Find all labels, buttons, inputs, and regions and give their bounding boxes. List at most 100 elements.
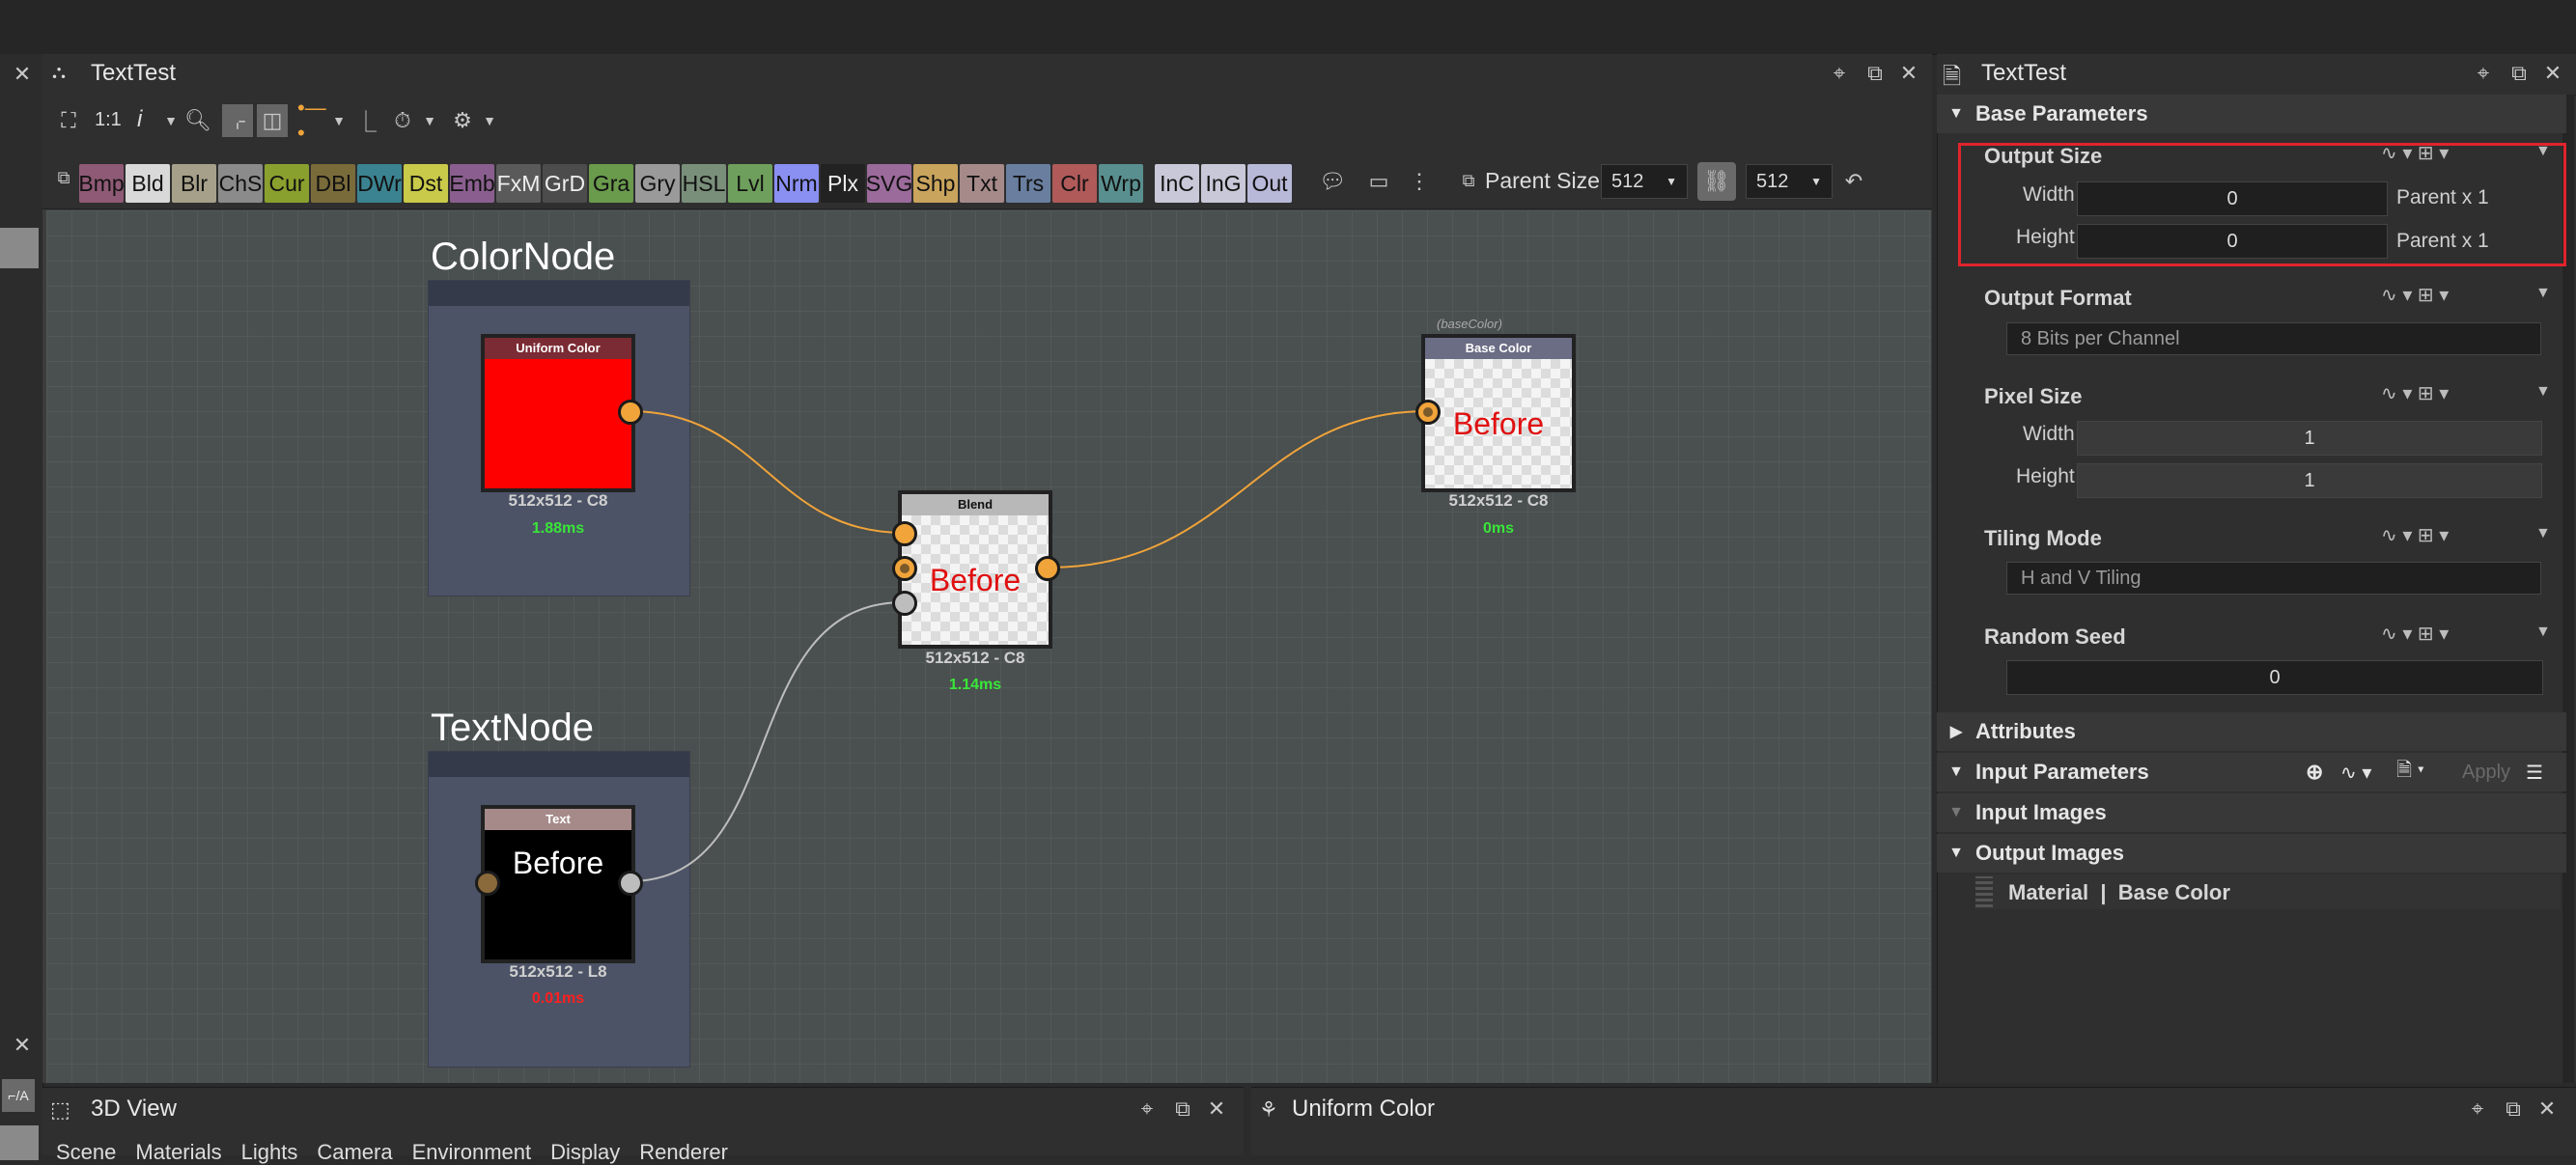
chevron-down-icon[interactable]: ▼ [2535,383,2551,401]
width-label: Width [2023,423,2075,445]
input-port-foreground[interactable] [892,521,917,546]
pin-icon[interactable]: ⌖ [2462,1094,2493,1124]
output-port[interactable] [618,871,643,896]
drag-handle-icon[interactable] [1975,876,1993,907]
float-window-icon[interactable]: ⧉ [2504,58,2534,89]
input-images-section[interactable]: ▼ Input Images [1937,793,2566,832]
document-icon[interactable]: 🗎︎ ▾ [2396,756,2424,789]
height-label: Height [2016,465,2075,487]
2d-view-panel: ⚘ Uniform Color ⌖ ⧉ ✕ [1251,1087,2576,1155]
node-caption: 512x512 - C8 [925,649,1025,667]
pin-icon[interactable]: ⌖ [1132,1094,1162,1124]
wire-blend-to-output [1047,410,1428,569]
node-preview: Before [1425,359,1572,488]
input-port-opacity[interactable] [892,591,917,616]
node-caption: 512x512 - C8 [1448,491,1549,510]
output-images-section[interactable]: ▼ Output Images [1937,834,2566,873]
output-item-label: Material | Base Color [2008,880,2230,904]
input-port-background[interactable] [892,556,917,581]
tiling-mode-select[interactable]: H and V Tiling [2006,562,2541,595]
properties-title: TextTest [1981,60,2067,86]
close-icon[interactable]: ✕ [1201,1094,1232,1124]
output-image-item[interactable]: Material | Base Color [1975,874,2561,909]
node-title: Uniform Color [485,338,631,359]
collapse-triangle-icon: ▼ [1948,763,1964,780]
output-format-value: 8 Bits per Channel [2021,327,2180,349]
chevron-down-icon[interactable]: ▼ [2535,624,2551,641]
output-port[interactable] [1035,556,1060,581]
document-icon: 🗎︎ [1943,64,1962,90]
menu-display[interactable]: Display [550,1140,620,1165]
chevron-down-icon[interactable]: ▼ [2535,285,2551,302]
node-title: Base Color [1425,338,1572,359]
3d-view-menu: Scene Materials Lights Camera Environmen… [56,1140,728,1165]
section-label: Base Parameters [1975,101,2148,125]
blend-node[interactable]: Blend Before [898,490,1052,649]
property-function-icons[interactable]: ∿ ▾ ⊞ ▾ [2381,283,2449,307]
menu-environment[interactable]: Environment [412,1140,532,1165]
section-label: Input Images [1975,800,2107,824]
node-preview: Before [902,515,1049,645]
node-time: 1.88ms [531,520,585,537]
menu-camera[interactable]: Camera [317,1140,392,1165]
pixel-width-slider[interactable]: 1 [2077,421,2542,456]
properties-header: 🗎︎ TextTest ⌖ ⧉ ✕ [1937,54,2576,96]
cube-icon: ⬚ [50,1097,70,1122]
base-color-output-node[interactable]: Base Color Before [1421,334,1576,492]
highlight-box [1958,143,2566,266]
close-icon[interactable]: ✕ [2537,58,2568,89]
input-parameters-section[interactable]: ▼ Input Parameters ⊕ ∿ ▾ 🗎︎ ▾ Apply ☰ [1937,753,2566,791]
menu-materials[interactable]: Materials [135,1140,221,1165]
node-time: 0ms [1482,520,1515,537]
uniform-color-node[interactable]: Uniform Color [481,334,635,492]
pixel-height-slider[interactable]: 1 [2077,463,2542,498]
property-function-icons[interactable]: ∿ ▾ ⊞ ▾ [2381,622,2449,646]
list-icon[interactable]: ☰ [2526,761,2543,785]
section-label: Input Parameters [1975,760,2149,784]
node-caption: 512x512 - L8 [509,962,607,981]
pin-icon[interactable]: ⌖ [2468,58,2499,89]
node-title: Text [485,809,631,830]
random-seed-value: 0 [2269,666,2281,688]
output-port[interactable] [618,400,643,425]
function-icon[interactable]: ∿ ▾ [2340,761,2371,785]
menu-lights[interactable]: Lights [241,1140,298,1165]
collapse-triangle-icon: ▼ [1948,845,1964,861]
input-port[interactable] [1415,400,1441,425]
wire-text-to-blend [629,601,905,882]
output-usage-tag: (baseColor) [1437,317,1502,331]
base-parameters-section[interactable]: ▼ Base Parameters [1937,95,2566,133]
node-time: 0.01ms [531,990,585,1007]
menu-renderer[interactable]: Renderer [639,1140,728,1165]
3d-view-panel: ⬚ 3D View ⌖ ⧉ ✕ Scene Materials Lights C… [42,1087,1244,1164]
attributes-section[interactable]: ▶ Attributes [1937,712,2566,751]
output-format-select[interactable]: 8 Bits per Channel [2006,322,2541,355]
random-seed-slider[interactable]: 0 [2006,660,2543,695]
preview-text: Before [929,562,1022,597]
apply-button[interactable]: Apply [2462,762,2510,784]
close-icon[interactable]: ✕ [2532,1094,2562,1124]
pixel-height-value: 1 [2304,469,2315,491]
menu-scene[interactable]: Scene [56,1140,116,1165]
color-swatch [485,359,631,488]
add-parameter-icon[interactable]: ⊕ [2306,760,2323,785]
section-label: Attributes [1975,719,2076,743]
pixel-size-label: Pixel Size [1984,384,2083,408]
3d-view-title: 3D View [91,1096,177,1122]
output-format-label: Output Format [1984,286,2132,310]
input-port[interactable] [475,871,500,896]
float-window-icon[interactable]: ⧉ [1167,1094,1198,1124]
text-node[interactable]: Text Before [481,805,635,963]
preview-text: Before [1452,405,1545,441]
2d-view-title: Uniform Color [1292,1096,1436,1122]
pixel-width-value: 1 [2304,427,2315,449]
expand-triangle-icon: ▶ [1949,724,1963,740]
node-time: 1.14ms [948,677,1002,693]
property-function-icons[interactable]: ∿ ▾ ⊞ ▾ [2381,381,2449,405]
chevron-down-icon[interactable]: ▼ [2535,525,2551,542]
collapse-triangle-icon: ▼ [1948,105,1964,122]
image-icon: ⚘ [1259,1097,1278,1122]
collapse-triangle-icon: ▼ [1948,804,1964,820]
float-window-icon[interactable]: ⧉ [2498,1094,2529,1124]
property-function-icons[interactable]: ∿ ▾ ⊞ ▾ [2381,523,2449,547]
